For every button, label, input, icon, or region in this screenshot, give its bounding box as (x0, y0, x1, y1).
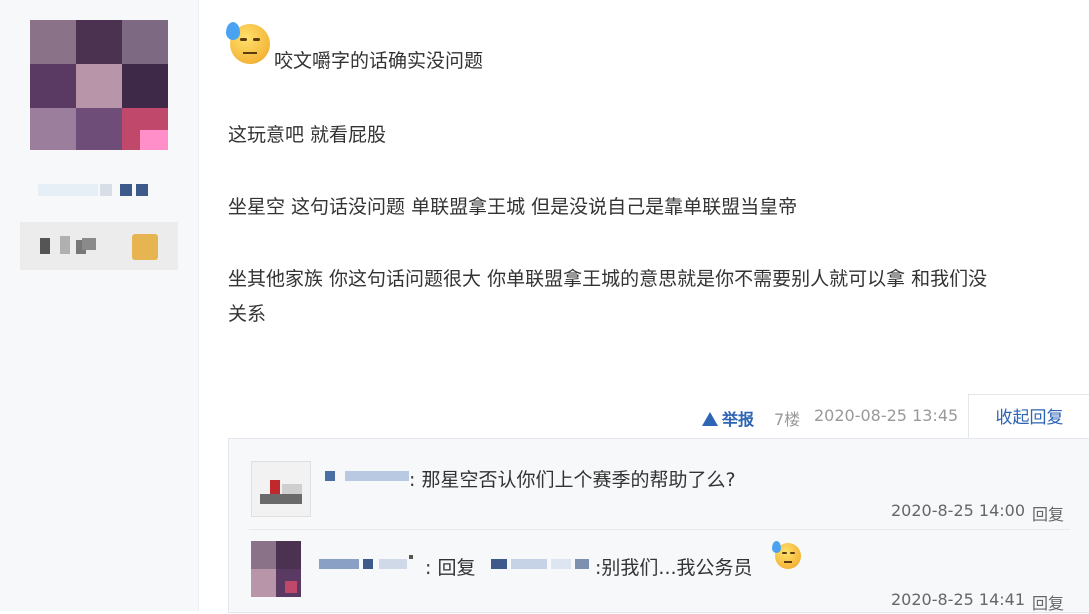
author-avatar[interactable] (30, 20, 168, 150)
reply-text: : 那星空否认你们上个赛季的帮助了么? (409, 469, 736, 491)
author-sidebar (0, 0, 199, 611)
warning-icon (702, 412, 718, 426)
reply-list: : 那星空否认你们上个赛季的帮助了么? 2020-8-25 14:00 回复 :… (228, 438, 1089, 613)
reply-text: :别我们...我公务员 (595, 557, 753, 579)
collapse-replies-button[interactable]: 收起回复 (968, 394, 1089, 441)
author-badge-row (20, 222, 178, 270)
sweat-emoji-icon (226, 22, 270, 64)
reply-prefix: : 回复 (425, 557, 476, 579)
post-datetime: 2020-08-25 13:45 (814, 406, 959, 425)
post-text-line-5: 关系 (228, 303, 267, 325)
post-text-line-2: 这玩意吧 就看屁股 (228, 124, 387, 146)
reply-button[interactable]: 回复 (1032, 501, 1064, 525)
reply-avatar[interactable] (251, 541, 301, 597)
reply-button[interactable]: 回复 (1032, 590, 1064, 614)
reply-time: 2020-8-25 14:00 (891, 501, 1025, 520)
post-text-line-4: 坐其他家族 你这句话问题很大 你单联盟拿王城的意思就是你不需要别人就可以拿 和我… (228, 268, 988, 290)
post-text-line-3: 坐星空 这句话没问题 单联盟拿王城 但是没说自己是靠单联盟当皇帝 (228, 196, 798, 218)
reply-username[interactable] (325, 469, 409, 483)
reply-target-user[interactable] (491, 557, 591, 571)
floor-number: 7楼 (774, 410, 801, 429)
sweat-emoji-icon (772, 541, 801, 569)
report-link[interactable]: 举报 (702, 406, 754, 430)
report-label: 举报 (722, 410, 755, 429)
reply-time: 2020-8-25 14:41 (891, 590, 1025, 609)
post-content: 咬文嚼字的话确实没问题 这玩意吧 就看屁股 坐星空 这句话没问题 单联盟拿王城 … (198, 0, 1089, 613)
reply-avatar[interactable] (251, 461, 311, 517)
reply-username[interactable] (319, 555, 419, 571)
post-text-line-1: 咬文嚼字的话确实没问题 (274, 50, 484, 72)
reply-divider (249, 529, 1070, 530)
author-name[interactable] (38, 180, 150, 200)
